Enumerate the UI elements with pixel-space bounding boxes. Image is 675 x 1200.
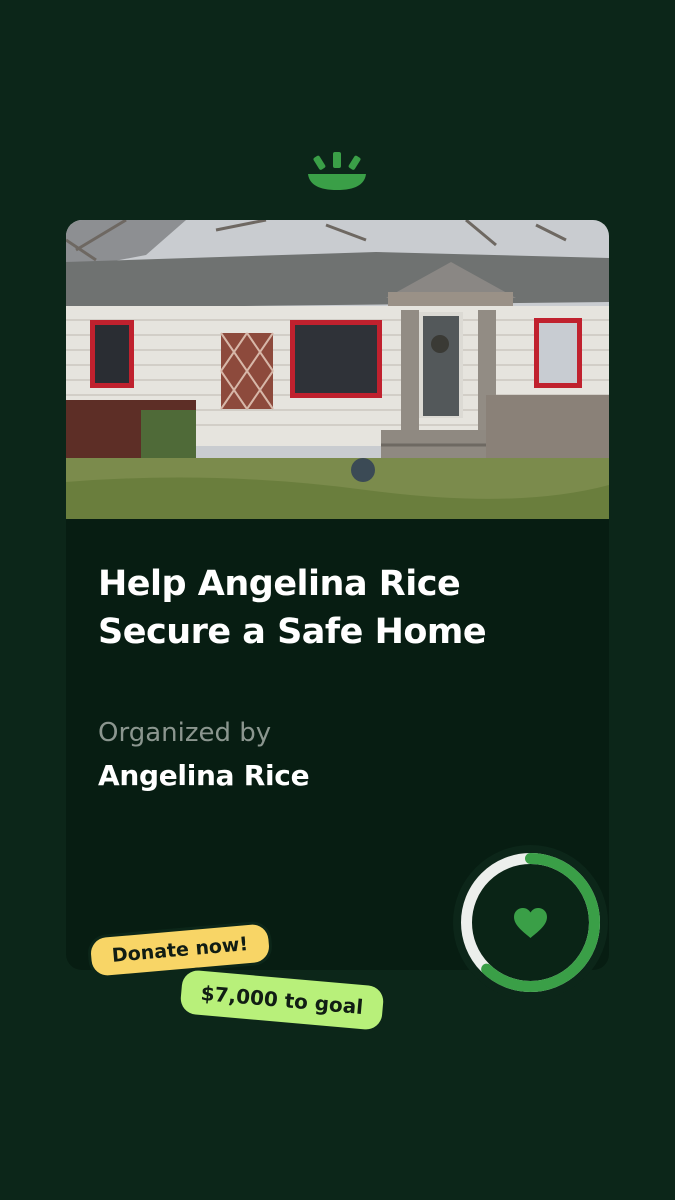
house-photo bbox=[66, 220, 609, 519]
goal-remaining-badge: $7,000 to goal bbox=[179, 969, 385, 1031]
sunrise-logo-icon bbox=[308, 152, 366, 190]
progress-ring bbox=[453, 845, 608, 1000]
progress-ring-graphic bbox=[461, 853, 600, 992]
campaign-title: Help Angelina Rice Secure a Safe Home bbox=[98, 564, 487, 652]
fundraiser-story: Help Angelina Rice Secure a Safe Home Or… bbox=[0, 0, 675, 1200]
organizer-name[interactable]: Angelina Rice bbox=[98, 758, 310, 794]
organizer-label: Organized by bbox=[98, 718, 272, 748]
